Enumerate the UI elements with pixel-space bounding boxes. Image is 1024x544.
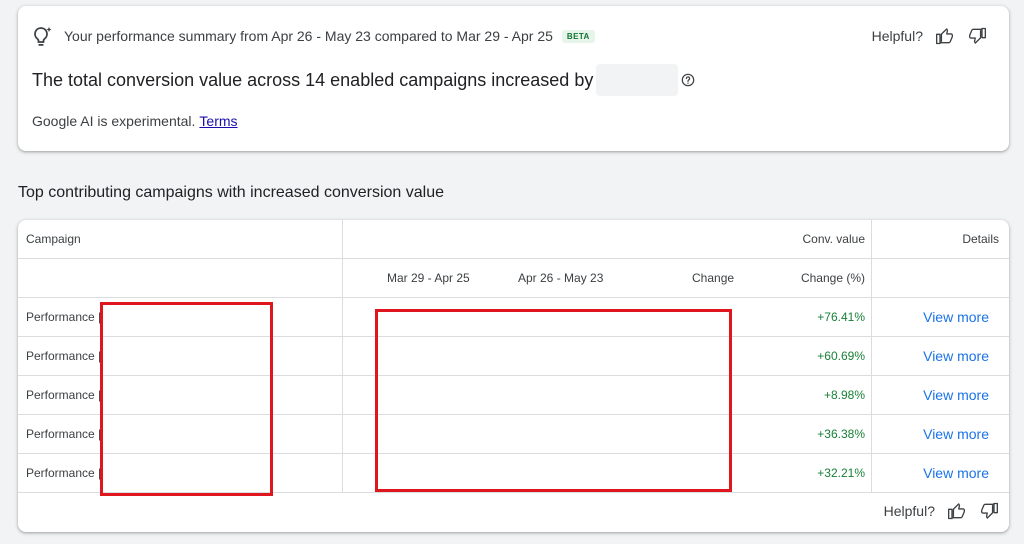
- ai-disclaimer: Google AI is experimental. Terms: [32, 113, 238, 129]
- campaign-name[interactable]: Performance |: [26, 298, 101, 336]
- view-more-link[interactable]: View more: [923, 298, 989, 336]
- change-pct-value: +60.69%: [817, 349, 865, 363]
- section-title: Top contributing campaigns with increase…: [18, 184, 445, 201]
- column-header-change: Change: [692, 271, 735, 285]
- lightbulb-sparkle-icon: [34, 27, 52, 46]
- campaign-name[interactable]: Performance |: [26, 337, 101, 375]
- redaction-box-values: [375, 309, 732, 492]
- help-circle-icon[interactable]: [681, 73, 695, 87]
- view-more-link[interactable]: View more: [923, 337, 989, 375]
- view-more-link[interactable]: View more: [923, 454, 989, 492]
- change-pct-value: +32.21%: [817, 466, 865, 480]
- helpful-label: Helpful?: [883, 503, 935, 519]
- column-header-period-before: Mar 29 - Apr 25: [387, 271, 470, 285]
- table-header-row: Campaign Conv. value Details: [18, 220, 1009, 259]
- beta-badge: BETA: [561, 29, 595, 43]
- top-campaigns-table: Campaign Conv. value Details Mar 29 - Ap…: [18, 220, 1009, 532]
- helpful-label: Helpful?: [871, 28, 923, 44]
- thumb-down-icon[interactable]: [979, 501, 999, 521]
- column-header-details: Details: [962, 232, 999, 246]
- helpful-feedback-top: Helpful?: [872, 26, 987, 46]
- thumb-up-icon[interactable]: [947, 501, 967, 521]
- view-more-link[interactable]: View more: [923, 415, 989, 453]
- terms-link[interactable]: Terms: [199, 113, 237, 129]
- column-header-conv-value: Conv. value: [802, 232, 865, 246]
- campaign-name[interactable]: Performance |: [26, 415, 101, 453]
- headline-text: The total conversion value across 14 ena…: [32, 69, 594, 90]
- helpful-feedback-bottom: Helpful?: [884, 501, 999, 521]
- thumb-up-icon[interactable]: [935, 26, 955, 46]
- ai-note-text: Google AI is experimental.: [32, 113, 196, 129]
- change-pct-value: +8.98%: [823, 388, 865, 402]
- column-header-change-pct: Change (%): [800, 271, 865, 285]
- view-more-link[interactable]: View more: [923, 376, 989, 414]
- campaign-name[interactable]: Performance |: [26, 376, 101, 414]
- thumb-down-icon[interactable]: [967, 26, 987, 46]
- summary-period-header: Your performance summary from Apr 26 - M…: [64, 28, 595, 44]
- summary-headline: The total conversion value across 14 ena…: [32, 64, 695, 96]
- summary-period-text: Your performance summary from Apr 26 - M…: [64, 28, 553, 44]
- column-header-period-after: Apr 26 - May 23: [518, 271, 604, 285]
- redaction-box-campaign-names: [100, 302, 273, 496]
- change-pct-value: +36.38%: [817, 427, 865, 441]
- column-header-campaign: Campaign: [26, 232, 81, 246]
- redacted-value: [596, 64, 679, 96]
- change-pct-value: +76.41%: [817, 310, 865, 324]
- performance-summary-card: Your performance summary from Apr 26 - M…: [18, 6, 1009, 151]
- table-subheader-row: Mar 29 - Apr 25 Apr 26 - May 23 Change C…: [18, 259, 1009, 298]
- campaign-name[interactable]: Performance |: [26, 454, 101, 492]
